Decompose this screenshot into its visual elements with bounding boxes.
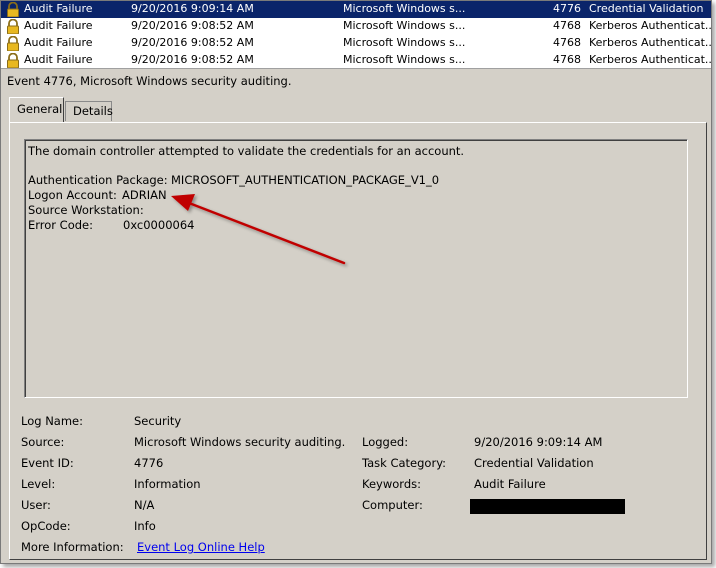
source-value: Microsoft Windows security auditing. bbox=[134, 435, 346, 449]
keywords-value: Audit Failure bbox=[474, 477, 546, 491]
source-workstation-label: Source Workstation: bbox=[28, 203, 144, 217]
logon-account-value: ADRIAN bbox=[122, 188, 167, 202]
logon-account-label: Logon Account: bbox=[28, 188, 117, 202]
auth-package-label: Authentication Package: bbox=[28, 173, 168, 187]
event-source: Microsoft Windows s... bbox=[343, 2, 466, 15]
event-row[interactable]: Audit Failure 9/20/2016 9:08:52 AM Micro… bbox=[1, 35, 712, 52]
computer-label: Computer: bbox=[362, 498, 423, 512]
tab-details[interactable]: Details bbox=[65, 101, 113, 121]
level-value: Information bbox=[134, 477, 201, 491]
event-date: 9/20/2016 9:09:14 AM bbox=[131, 2, 254, 15]
opcode-label: OpCode: bbox=[21, 519, 71, 533]
log-name-value: Security bbox=[134, 414, 182, 428]
event-keywords: Audit Failure bbox=[24, 2, 93, 15]
event-id: 4776 bbox=[553, 2, 581, 15]
log-name-label: Log Name: bbox=[21, 414, 83, 428]
computer-value-redacted bbox=[470, 499, 625, 514]
user-value: N/A bbox=[134, 498, 155, 512]
event-keywords: Audit Failure bbox=[24, 53, 93, 66]
keywords-label: Keywords: bbox=[362, 477, 421, 491]
event-category: Kerberos Authenticat... bbox=[589, 36, 712, 49]
event-id: 4768 bbox=[553, 53, 581, 66]
event-date: 9/20/2016 9:08:52 AM bbox=[131, 53, 254, 66]
event-id-value: 4776 bbox=[134, 456, 164, 470]
event-source: Microsoft Windows s... bbox=[343, 36, 466, 49]
detail-title: Event 4776, Microsoft Windows security a… bbox=[7, 74, 292, 88]
opcode-value: Info bbox=[134, 519, 156, 533]
source-label: Source: bbox=[21, 435, 65, 449]
lock-icon bbox=[5, 36, 21, 51]
event-viewer-window: Audit Failure 9/20/2016 9:09:14 AM Micro… bbox=[0, 0, 712, 564]
task-category-label: Task Category: bbox=[362, 456, 447, 470]
task-category-value: Credential Validation bbox=[474, 456, 594, 470]
logged-value: 9/20/2016 9:09:14 AM bbox=[474, 435, 603, 449]
event-date: 9/20/2016 9:08:52 AM bbox=[131, 19, 254, 32]
event-row[interactable]: Audit Failure 9/20/2016 9:08:52 AM Micro… bbox=[1, 18, 712, 35]
user-label: User: bbox=[21, 498, 51, 512]
event-row[interactable]: Audit Failure 9/20/2016 9:08:52 AM Micro… bbox=[1, 52, 712, 68]
error-code-label: Error Code: bbox=[28, 218, 94, 232]
lock-icon bbox=[5, 2, 21, 17]
logged-label: Logged: bbox=[362, 435, 409, 449]
event-category: Kerberos Authenticat... bbox=[589, 19, 712, 32]
event-list[interactable]: Audit Failure 9/20/2016 9:09:14 AM Micro… bbox=[1, 1, 712, 69]
event-source: Microsoft Windows s... bbox=[343, 19, 466, 32]
event-category: Credential Validation bbox=[589, 2, 704, 15]
event-row[interactable]: Audit Failure 9/20/2016 9:09:14 AM Micro… bbox=[1, 1, 711, 18]
event-log-online-help-link[interactable]: Event Log Online Help bbox=[137, 540, 265, 554]
tab-general[interactable]: General bbox=[9, 97, 64, 122]
event-id: 4768 bbox=[553, 19, 581, 32]
more-info-label: More Information: bbox=[21, 540, 124, 554]
event-keywords: Audit Failure bbox=[24, 36, 93, 49]
level-label: Level: bbox=[21, 477, 56, 491]
event-keywords: Audit Failure bbox=[24, 19, 93, 32]
event-id-label: Event ID: bbox=[21, 456, 74, 470]
error-code-value: 0xc0000064 bbox=[123, 218, 195, 232]
event-category: Kerberos Authenticat... bbox=[589, 53, 712, 66]
description-box[interactable]: The domain controller attempted to valid… bbox=[24, 139, 688, 398]
event-id: 4768 bbox=[553, 36, 581, 49]
lock-icon bbox=[5, 19, 21, 34]
auth-package-value: MICROSOFT_AUTHENTICATION_PACKAGE_V1_0 bbox=[171, 173, 440, 187]
description-summary: The domain controller attempted to valid… bbox=[28, 144, 465, 158]
event-date: 9/20/2016 9:08:52 AM bbox=[131, 36, 254, 49]
lock-icon bbox=[5, 53, 21, 68]
event-source: Microsoft Windows s... bbox=[343, 53, 466, 66]
